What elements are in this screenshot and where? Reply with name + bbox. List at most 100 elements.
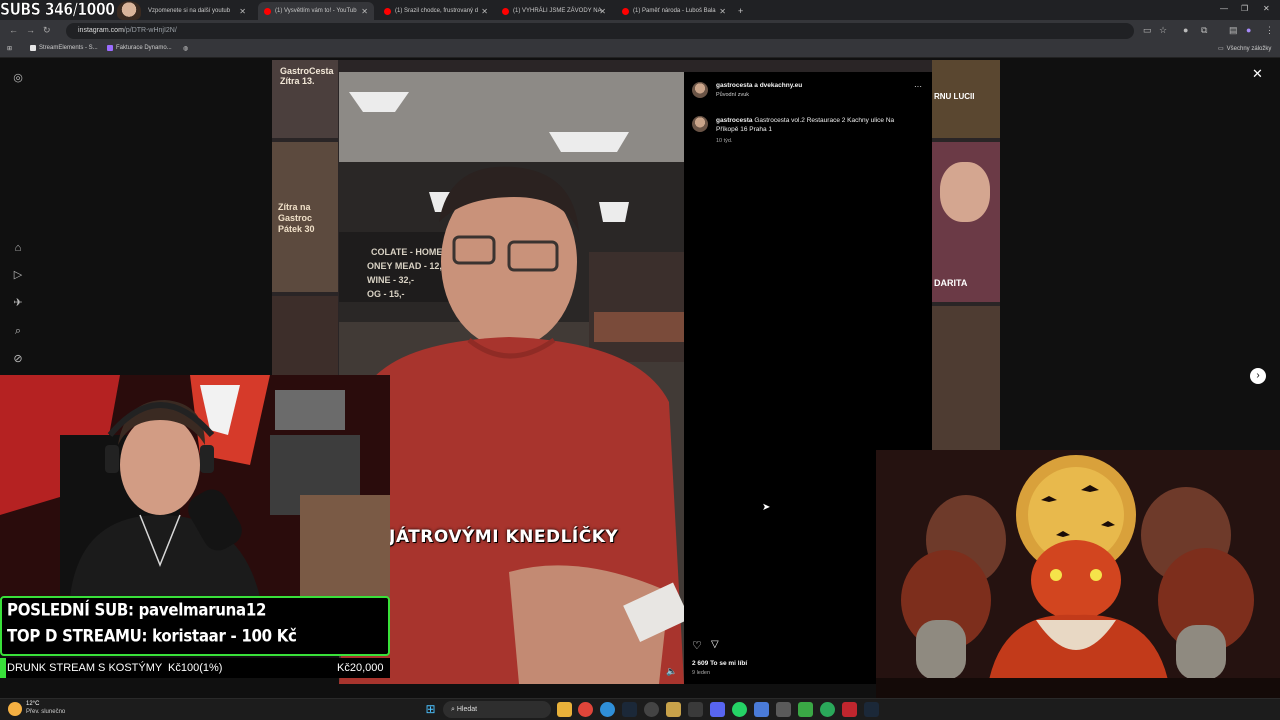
sidebar-icon[interactable]: ▤ [1229, 25, 1238, 36]
globe-icon[interactable]: ◍ [183, 45, 188, 52]
tab-4[interactable]: (1) VYHRÁLI JSME ZÁVODY NA ✕ [496, 2, 612, 20]
tab-3[interactable]: (1) Srazil chodce, frustrovaný d ✕ [378, 2, 494, 20]
grid-tile: GastroCesta Zítra 13. [272, 60, 338, 138]
bookmark-star-icon[interactable]: ☆ [1159, 25, 1167, 36]
minimize-icon[interactable]: — [1220, 4, 1228, 13]
reels-icon[interactable]: ▷ [11, 268, 25, 282]
close-window-icon[interactable]: ✕ [1263, 4, 1270, 13]
reel-subtitle: JÁTROVÝMI KNEDLÍČKY [389, 527, 619, 547]
streamer-avatar-icon [117, 1, 141, 20]
bookmark-label: StreamElements - S... [39, 45, 98, 51]
goal-progress-fill [0, 658, 6, 678]
close-tab-icon[interactable]: ✕ [719, 7, 726, 16]
webcam-frame [0, 375, 390, 597]
post-author[interactable]: gastrocesta a dvekachny.eu [716, 82, 802, 89]
discord-icon[interactable] [710, 702, 725, 717]
app-icon[interactable] [688, 702, 703, 717]
avatar[interactable] [692, 82, 708, 98]
avatar[interactable] [692, 116, 708, 132]
tab-title: (1) Vysvětlím vám to! - YouTub [275, 8, 357, 14]
edge-icon[interactable] [600, 702, 615, 717]
apps-icon[interactable]: ⊞ [7, 45, 12, 52]
goal-name: DRUNK STREAM S KOSTÝMY [7, 662, 163, 674]
youtube-icon [264, 7, 271, 15]
steam-icon[interactable] [864, 702, 879, 717]
next-post-button[interactable]: › [1250, 368, 1266, 384]
maximize-icon[interactable]: ❐ [1241, 4, 1248, 13]
instagram-logo-icon[interactable]: ◎ [11, 71, 25, 85]
obs-icon[interactable] [644, 702, 659, 717]
streamelements-icon [30, 45, 36, 51]
likes-count[interactable]: 2 609 To se mi líbí [692, 660, 747, 667]
chrome-icon[interactable] [578, 702, 593, 717]
tab-title: (1) Srazil chodce, frustrovaný d [395, 8, 479, 14]
close-tab-icon[interactable]: ✕ [599, 7, 606, 16]
home-icon[interactable]: ⌂ [11, 241, 25, 255]
search-icon[interactable]: ⌕ [11, 324, 25, 338]
mouse-cursor-icon: ➤ [762, 502, 771, 513]
more-options-icon[interactable]: ··· [914, 82, 922, 91]
grid-tile: RNU LUCII [932, 60, 1000, 138]
taskbar-search[interactable]: ⌕ Hledat [443, 701, 551, 718]
menu-icon[interactable]: ⋮ [1265, 25, 1274, 36]
app-icon[interactable] [666, 702, 681, 717]
address-bar[interactable]: instagram.com/p/DTR-wHnjI2N/ [66, 23, 1134, 39]
grid-tile: Zítra na Gastroc Pátek 30 [272, 142, 338, 292]
share-icon[interactable]: ▽ [711, 639, 719, 650]
extension-icon[interactable]: ● [1183, 25, 1188, 35]
menu-board-line: WINE - 32,- [367, 275, 414, 285]
whatsapp-icon[interactable] [732, 702, 747, 717]
tile-text: RNU LUCII [934, 92, 975, 101]
reel-video[interactable]: COLATE - HOMEMADE ONEY MEAD - 12,- WINE … [339, 72, 684, 684]
all-bookmarks-label: Všechny záložky [1226, 45, 1272, 52]
all-bookmarks[interactable]: ▭ Všechny záložky [1218, 45, 1272, 53]
cast-icon[interactable]: ▭ [1143, 25, 1152, 36]
halloween-artwork [876, 450, 1280, 698]
profile-icon[interactable]: ● [1246, 25, 1251, 35]
audio-label[interactable]: Původní zvuk [716, 92, 749, 98]
steam-icon[interactable] [622, 702, 637, 717]
weather-temp[interactable]: 12°C [26, 701, 39, 707]
windows-taskbar: 12°C Přev. slunečno ⊞ ⌕ Hledat [0, 698, 1280, 720]
url-host: instagram.com [78, 27, 124, 34]
close-tab-icon[interactable]: ✕ [239, 7, 246, 16]
file-explorer-icon[interactable] [557, 702, 572, 717]
tab-1[interactable]: Vzpomenete si na další youtub ✕ [142, 2, 252, 20]
tab-title: (1) Paměť národa - Luboš Bala [633, 8, 716, 14]
app-icon[interactable] [820, 702, 835, 717]
like-heart-icon[interactable]: ♡ [692, 639, 702, 652]
bookmark-item[interactable]: StreamElements - S... [30, 45, 98, 51]
goal-progress: Kč100(1%) [168, 662, 223, 674]
caption: gastrocesta Gastrocesta vol.2 Restaurace… [716, 116, 916, 134]
youtube-icon [384, 7, 391, 15]
explore-icon[interactable]: ⊘ [11, 352, 25, 366]
mute-icon[interactable]: 🔈 [666, 666, 677, 677]
back-icon[interactable]: ← [9, 25, 18, 35]
app-icon[interactable] [842, 702, 857, 717]
reload-icon[interactable]: ↻ [43, 25, 51, 36]
windows-start-icon[interactable]: ⊞ [423, 702, 438, 717]
donation-goal-bar: DRUNK STREAM S KOSTÝMY Kč100(1%) Kč20,00… [0, 658, 390, 678]
messages-icon[interactable]: ✈ [11, 296, 25, 310]
bookmark-item[interactable]: Fakturace Dynamo... [107, 45, 172, 51]
xbox-icon[interactable] [798, 702, 813, 717]
menu-board-line: ONEY MEAD - 12,- [367, 261, 445, 271]
face-photo [940, 162, 990, 222]
app-icon[interactable] [754, 702, 769, 717]
subs-counter-logo: SUBS 346/1000 [0, 0, 115, 20]
weather-desc[interactable]: Přev. slunečno [26, 709, 65, 715]
forward-icon[interactable]: → [26, 25, 35, 35]
tab-title: Vzpomenete si na další youtub [148, 8, 231, 14]
tab-2[interactable]: (1) Vysvětlím vám to! - YouTub ✕ [258, 2, 374, 20]
youtube-icon [622, 7, 629, 15]
menu-board-line: OG - 15,- [367, 289, 405, 299]
caption-author[interactable]: gastrocesta [716, 117, 753, 124]
puzzle-icon[interactable]: ⧉ [1201, 25, 1207, 36]
new-tab-button[interactable]: + [734, 2, 750, 20]
tab-5[interactable]: (1) Paměť národa - Luboš Bala ✕ [616, 2, 732, 20]
close-tab-icon[interactable]: ✕ [361, 7, 368, 16]
close-tab-icon[interactable]: ✕ [481, 7, 488, 16]
close-icon[interactable]: ✕ [1252, 66, 1263, 82]
weather-sun-icon[interactable] [8, 702, 22, 716]
app-icon[interactable] [776, 702, 791, 717]
